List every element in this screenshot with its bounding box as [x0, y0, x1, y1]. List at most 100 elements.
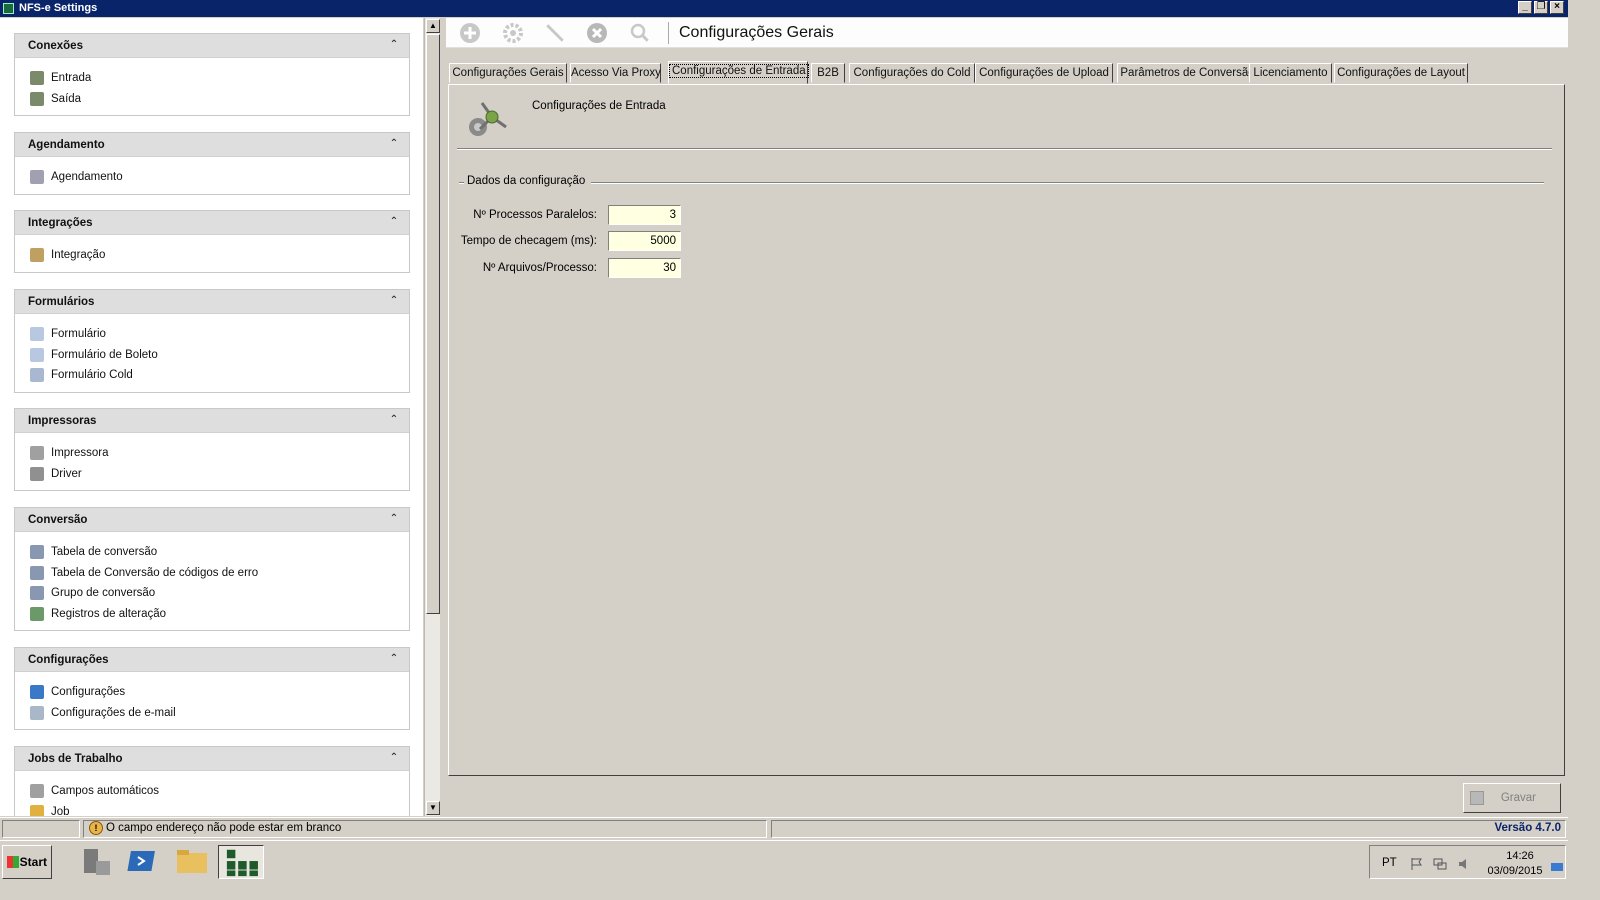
- tab[interactable]: Licenciamento: [1249, 63, 1332, 83]
- check-time-input[interactable]: [608, 231, 681, 251]
- add-icon[interactable]: [459, 22, 481, 44]
- nfse-settings-taskbar-icon[interactable]: [218, 845, 264, 879]
- sidebar-group-header[interactable]: Jobs de Trabalho ⌃: [15, 747, 409, 771]
- save-button[interactable]: Gravar: [1463, 783, 1561, 813]
- sidebar-item-label: Tabela de Conversão de códigos de erro: [51, 566, 259, 579]
- restore-button[interactable]: ❐: [1534, 1, 1548, 14]
- sidebar-item[interactable]: Tabela de Conversão de códigos de erro: [15, 563, 409, 584]
- sidebar-item[interactable]: Registros de alteração: [15, 604, 409, 625]
- sidebar-item[interactable]: Configurações de e-mail: [15, 703, 409, 724]
- status-bar: ! O campo endereço não pode estar em bra…: [0, 817, 1568, 839]
- version-label: Versão 4.7.0: [1494, 822, 1562, 834]
- check-time-label: Tempo de checagem (ms):: [460, 235, 597, 247]
- sidebar-item[interactable]: Campos automáticos: [15, 781, 409, 802]
- collapse-chevron-icon[interactable]: ⌃: [388, 137, 400, 151]
- close-button[interactable]: ×: [1550, 1, 1564, 14]
- status-pane-version: [771, 820, 1566, 838]
- collapse-chevron-icon[interactable]: ⌃: [388, 652, 400, 666]
- tab-label: Configurações Gerais: [452, 67, 564, 79]
- sidebar-item[interactable]: Configurações: [15, 682, 409, 703]
- sidebar-group-header[interactable]: Agendamento ⌃: [15, 133, 409, 157]
- sidebar-group-header[interactable]: Conversão ⌃: [15, 508, 409, 532]
- sidebar-item[interactable]: Impressora: [15, 443, 409, 464]
- collapse-chevron-icon[interactable]: ⌃: [388, 38, 400, 52]
- files-per-process-input[interactable]: [608, 258, 681, 278]
- document-icon: [30, 327, 44, 341]
- scroll-down-arrow-icon[interactable]: ▼: [426, 801, 440, 815]
- sidebar-item[interactable]: Tabela de conversão: [15, 542, 409, 563]
- collapse-chevron-icon[interactable]: ⌃: [388, 512, 400, 526]
- sidebar-group-header[interactable]: Integrações ⌃: [15, 211, 409, 235]
- edit-pencil-icon[interactable]: [544, 22, 566, 44]
- search-icon[interactable]: [629, 22, 651, 44]
- sidebar-group-title: Impressoras: [28, 415, 97, 427]
- collapse-chevron-icon[interactable]: ⌃: [388, 751, 400, 765]
- folder-icon[interactable]: [172, 845, 212, 879]
- tab[interactable]: Configurações de Upload: [975, 63, 1113, 83]
- delete-icon[interactable]: [586, 22, 608, 44]
- sidebar-item[interactable]: Driver: [15, 464, 409, 485]
- conversion-table-icon: [30, 565, 44, 580]
- sidebar-item[interactable]: Grupo de conversão: [15, 583, 409, 604]
- minimize-button[interactable]: _: [1518, 1, 1532, 14]
- tab[interactable]: Configurações do Cold: [849, 63, 975, 83]
- sidebar-group-header[interactable]: Formulários ⌃: [15, 290, 409, 314]
- collapse-chevron-icon[interactable]: ⌃: [388, 413, 400, 427]
- parallel-processes-input[interactable]: [608, 205, 681, 225]
- clock-date[interactable]: 03/09/2015: [1480, 865, 1550, 877]
- sidebar-item-label: Impressora: [51, 447, 109, 459]
- sidebar-item[interactable]: Entrada: [15, 68, 409, 89]
- sidebar-scrollbar[interactable]: ▲ ▼: [424, 18, 440, 816]
- server-manager-icon[interactable]: [76, 845, 116, 879]
- gear-icon: [30, 685, 44, 699]
- settings-icon[interactable]: [502, 22, 524, 44]
- status-message: O campo endereço não pode estar em branc…: [106, 822, 342, 834]
- sidebar-item[interactable]: Formulário Cold: [15, 365, 409, 386]
- sidebar-item[interactable]: Integração: [15, 245, 409, 266]
- sidebar-group-title: Conexões: [28, 40, 83, 52]
- sidebar-group-title: Integrações: [28, 217, 93, 229]
- collapse-chevron-icon[interactable]: ⌃: [388, 294, 400, 308]
- scroll-up-arrow-icon[interactable]: ▲: [426, 19, 440, 33]
- sidebar-item-label: Saída: [51, 92, 82, 105]
- show-desktop-icon[interactable]: [1550, 860, 1564, 874]
- start-button[interactable]: Start: [2, 845, 52, 879]
- tab[interactable]: Configurações Gerais: [449, 63, 567, 83]
- parallel-processes-label: Nº Processos Paralelos:: [473, 209, 597, 221]
- sidebar-item-label: Campos automáticos: [51, 785, 160, 797]
- system-tray: PT 14:26 03/09/2015: [1369, 845, 1566, 879]
- tab[interactable]: B2B: [811, 63, 845, 83]
- sidebar-item[interactable]: Saída: [15, 89, 409, 110]
- sidebar-item[interactable]: Formulário de Boleto: [15, 345, 409, 366]
- toolbar: Configurações Gerais: [446, 18, 1568, 48]
- sidebar-group-header[interactable]: Conexões ⌃: [15, 34, 409, 58]
- document-icon: [30, 347, 44, 362]
- scrollbar-thumb[interactable]: [426, 34, 440, 614]
- language-indicator[interactable]: PT: [1382, 857, 1397, 869]
- tab[interactable]: Configurações de Entrada: [668, 61, 809, 84]
- network-tray-icon[interactable]: [1433, 857, 1447, 871]
- clock-time[interactable]: 14:26: [1490, 850, 1550, 862]
- sidebar-group: Agendamento ⌃ Agendamento: [14, 132, 410, 195]
- sidebar-item[interactable]: Job: [15, 802, 409, 816]
- sidebar-group-items: Integração: [15, 235, 409, 272]
- tab[interactable]: Acesso Via Proxy: [570, 63, 661, 83]
- tab[interactable]: Parâmetros de Conversão: [1117, 63, 1258, 83]
- sidebar-item-label: Agendamento: [51, 171, 123, 183]
- collapse-chevron-icon[interactable]: ⌃: [388, 215, 400, 229]
- app-icon: [3, 3, 14, 14]
- sidebar-item[interactable]: Agendamento: [15, 167, 409, 188]
- tab[interactable]: Configurações de Layout: [1334, 63, 1468, 83]
- sidebar-group-header[interactable]: Configurações ⌃: [15, 648, 409, 672]
- start-label: Start: [19, 855, 47, 869]
- user-icon: [30, 804, 44, 816]
- flag-icon[interactable]: [1410, 857, 1424, 871]
- files-per-process-label: Nº Arquivos/Processo:: [482, 262, 597, 274]
- wand-icon: [30, 784, 44, 798]
- sidebar-item[interactable]: Formulário: [15, 324, 409, 345]
- powershell-icon[interactable]: [124, 845, 164, 879]
- speaker-icon[interactable]: [1457, 857, 1471, 871]
- tab-label: Licenciamento: [1253, 67, 1328, 79]
- sidebar-item-label: Configurações: [51, 686, 126, 698]
- sidebar-group-header[interactable]: Impressoras ⌃: [15, 409, 409, 433]
